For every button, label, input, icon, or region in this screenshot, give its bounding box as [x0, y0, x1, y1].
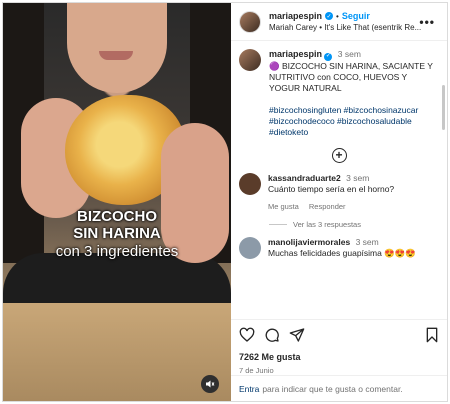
- load-more-comments[interactable]: +: [239, 147, 439, 163]
- comments-panel[interactable]: mariapespin ✓ 3 sem 🟣 BIZCOCHO SIN HARIN…: [231, 41, 447, 319]
- caption-username[interactable]: mariapespin: [269, 49, 322, 59]
- comment-icon[interactable]: [264, 327, 280, 345]
- action-icons: [239, 326, 439, 346]
- post-actions: 7262 Me gusta 7 de Junio Entra para indi…: [231, 319, 447, 401]
- comment-meta: Me gusta Responder: [268, 201, 394, 212]
- commenter-avatar[interactable]: [239, 172, 261, 195]
- comment-time: 3 sem: [346, 172, 370, 183]
- comment-time: 3 sem: [355, 236, 379, 247]
- heart-icon[interactable]: [239, 327, 255, 345]
- commenter-username[interactable]: kassandraduarte2: [268, 173, 341, 183]
- comment-item: manolijaviermorales 3 sem Muchas felicid…: [239, 236, 439, 259]
- post-caption: mariapespin ✓ 3 sem 🟣 BIZCOCHO SIN HARIN…: [239, 49, 439, 138]
- add-comment-bar: Entra para indicar que te gusta o coment…: [231, 375, 447, 401]
- more-options-icon[interactable]: •••: [419, 15, 435, 29]
- video-right-hand: [161, 123, 229, 263]
- commenter-avatar[interactable]: [239, 236, 261, 259]
- add-comment-text: para indicar que te gusta o comentar.: [262, 383, 403, 394]
- caption-hashtags[interactable]: #bizcochosingluten #bizcochosinazucar #b…: [269, 105, 439, 138]
- video-person-mouth: [99, 51, 133, 60]
- likes-count[interactable]: 7262 Me gusta: [239, 352, 439, 362]
- login-link[interactable]: Entra: [239, 384, 259, 394]
- commenter-username[interactable]: manolijaviermorales: [268, 237, 350, 247]
- comment-text: Muchas felicidades guapísima 😍😍😍: [268, 247, 416, 258]
- post-date: 7 de Junio: [239, 366, 274, 375]
- caption-time: 3 sem: [337, 49, 361, 59]
- post-sidebar: mariapespin ✓ • Seguir Mariah Carey • It…: [231, 3, 447, 401]
- author-username[interactable]: mariapespin: [269, 11, 322, 21]
- comment-body: manolijaviermorales 3 sem Muchas felicid…: [268, 237, 416, 259]
- caption-author-avatar[interactable]: [239, 49, 261, 71]
- comment-body: kassandraduarte2 3 sem Cuánto tiempo ser…: [268, 173, 394, 212]
- plus-circle-icon[interactable]: +: [331, 147, 347, 163]
- caption-text: 🟣 BIZCOCHO SIN HARINA, SACIANTE Y NUTRIT…: [269, 60, 433, 93]
- follow-button[interactable]: Seguir: [342, 11, 370, 21]
- verified-badge-icon: ✓: [325, 12, 334, 20]
- post-video[interactable]: BIZCOCHO SIN HARINA con 3 ingredientes: [3, 3, 231, 401]
- caption-body: mariapespin ✓ 3 sem 🟣 BIZCOCHO SIN HARIN…: [269, 49, 439, 138]
- video-overlay-line1: BIZCOCHO: [77, 208, 157, 225]
- comments-scrollbar[interactable]: [442, 85, 445, 130]
- instagram-post: BIZCOCHO SIN HARINA con 3 ingredientes m…: [2, 2, 448, 402]
- author-avatar[interactable]: [239, 10, 261, 33]
- header-separator: •: [336, 11, 339, 21]
- audio-track-link[interactable]: Mariah Carey • It's Like That (esentrik …: [269, 23, 429, 32]
- comment-text: Cuánto tiempo sería en el horno?: [268, 183, 395, 194]
- verified-badge-icon: ✓: [324, 52, 333, 61]
- comment-reply-button[interactable]: Responder: [309, 201, 346, 212]
- view-replies-label[interactable]: Ver las 3 respuestas: [293, 220, 361, 229]
- video-overlay-line2: SIN HARINA: [73, 225, 161, 242]
- video-overlay-line3: con 3 ingredientes: [55, 243, 179, 260]
- send-icon[interactable]: [289, 327, 305, 345]
- comment-like-button[interactable]: Me gusta: [268, 201, 299, 212]
- video-table: [3, 303, 231, 401]
- replies-line: [269, 223, 287, 225]
- bookmark-icon[interactable]: [425, 327, 439, 345]
- header-row: mariapespin ✓ • Seguir: [269, 11, 429, 21]
- post-header: mariapespin ✓ • Seguir Mariah Carey • It…: [231, 3, 447, 41]
- view-replies[interactable]: Ver las 3 respuestas: [269, 220, 439, 229]
- header-text: mariapespin ✓ • Seguir Mariah Carey • It…: [269, 11, 429, 32]
- comment-item: kassandraduarte2 3 sem Cuánto tiempo ser…: [239, 172, 439, 212]
- speaker-muted-icon[interactable]: [201, 375, 219, 393]
